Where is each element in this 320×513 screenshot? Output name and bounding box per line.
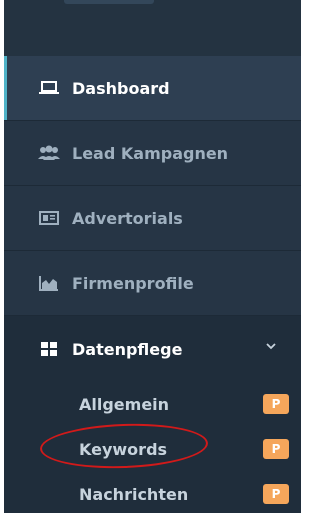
submenu-item-label: Allgemein (79, 394, 170, 414)
chevron-down-icon[interactable] (265, 340, 277, 352)
status-badge: P (263, 394, 289, 414)
submenu-item-allgemein[interactable]: Allgemein P (4, 382, 301, 426)
sidebar-header-area (4, 0, 301, 56)
area-chart-icon (38, 274, 60, 292)
sidebar: Dashboard Lead Kampagnen Advertorials Fi… (4, 0, 301, 513)
sidebar-item-label: Firmenprofile (72, 273, 194, 293)
sidebar-item-advertorials[interactable]: Advertorials (4, 186, 301, 250)
sidebar-item-label: Dashboard (72, 78, 170, 98)
newspaper-icon (38, 209, 60, 227)
sidebar-item-firmenprofile[interactable]: Firmenprofile (4, 251, 301, 315)
sidebar-item-lead-kampagnen[interactable]: Lead Kampagnen (4, 121, 301, 185)
sidebar-item-label: Lead Kampagnen (72, 143, 229, 163)
laptop-icon (38, 79, 60, 97)
windows-icon (38, 340, 60, 358)
sidebar-item-dashboard[interactable]: Dashboard (4, 56, 301, 120)
sidebar-item-datenpflege[interactable]: Datenpflege (4, 316, 301, 382)
sidebar-item-label: Advertorials (72, 208, 183, 228)
sidebar-item-label: Datenpflege (72, 339, 183, 359)
truncated-header-text (64, 0, 154, 4)
status-badge: P (263, 484, 289, 504)
submenu-item-label: Nachrichten (79, 484, 189, 504)
submenu-item-nachrichten[interactable]: Nachrichten P (4, 472, 301, 513)
users-icon (38, 144, 60, 162)
status-badge: P (263, 439, 289, 459)
